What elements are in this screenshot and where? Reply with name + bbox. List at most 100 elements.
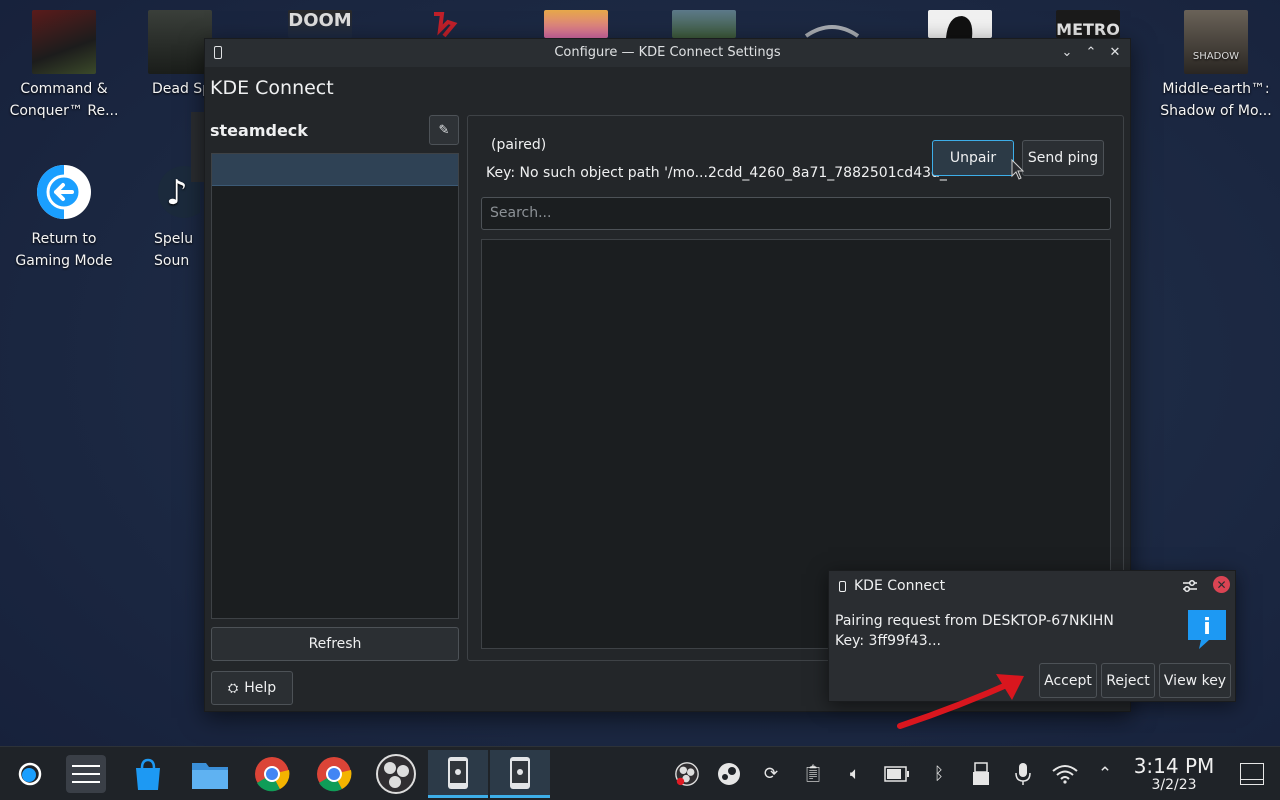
notification-app-name: KDE Connect xyxy=(854,578,946,594)
volume-icon: 🔈︎ xyxy=(849,764,861,784)
window-titlebar[interactable]: Configure — KDE Connect Settings ⌄ ⌃ ✕ xyxy=(205,39,1130,67)
help-button[interactable]: ⛭ Help xyxy=(211,671,293,705)
taskbar-chrome-2[interactable] xyxy=(306,750,362,798)
desktop-icon-label: Spelu Soun xyxy=(154,231,194,269)
wifi-icon xyxy=(1052,765,1078,784)
notification-key: Key: 3ff99f43... xyxy=(835,633,941,649)
taskbar-kde-connect-2[interactable] xyxy=(490,750,550,798)
chevron-up-icon: ⌃ xyxy=(1097,764,1113,784)
kde-connect-icon xyxy=(510,756,530,789)
tray-clipboard[interactable]: 📋︎ xyxy=(800,761,826,787)
notification-close-icon[interactable]: ✕ xyxy=(1213,576,1230,593)
tray-steam[interactable] xyxy=(716,761,742,787)
show-desktop-icon xyxy=(1241,778,1263,780)
accept-button[interactable]: Accept xyxy=(1039,663,1097,698)
tray-volume[interactable]: 🔈︎ xyxy=(842,761,868,787)
kde-connect-icon xyxy=(448,756,468,789)
gray-game-icon xyxy=(804,25,860,38)
desktop-icon-metro[interactable]: METRO xyxy=(1056,10,1120,39)
battery-icon xyxy=(884,766,909,782)
desktop-icon-cuphead[interactable] xyxy=(544,10,608,38)
background-window-edge xyxy=(191,112,205,182)
obs-recording-icon xyxy=(675,762,699,786)
view-key-button[interactable]: View key xyxy=(1159,663,1231,698)
clipboard-icon: 📋︎ xyxy=(802,764,824,784)
unpair-button[interactable]: Unpair xyxy=(932,140,1014,176)
return-to-gaming-mode-thumbnail xyxy=(32,160,96,224)
discover-store-icon xyxy=(136,758,160,790)
steamos-launcher[interactable] xyxy=(2,750,58,798)
view-key-button-label: View key xyxy=(1163,672,1227,689)
close-icon[interactable]: ✕ xyxy=(1106,43,1124,61)
taskbar-file-manager[interactable] xyxy=(182,750,238,798)
pair-status: (paired) xyxy=(491,137,547,153)
desktop-icon-label: Return to Gaming Mode xyxy=(15,231,113,269)
help-button-label: Help xyxy=(244,680,277,696)
window-title: Configure — KDE Connect Settings xyxy=(554,45,781,60)
annotation-arrow xyxy=(897,674,1024,729)
desktop-icon-shadow-of-mordor[interactable]: SHADOW Middle-earth™: Shadow of Mo... xyxy=(1156,10,1276,122)
chrome-icon xyxy=(317,757,352,792)
device-list-item-selected[interactable] xyxy=(212,154,458,186)
phone-icon xyxy=(839,580,846,592)
help-icon: ⛭ xyxy=(227,680,239,696)
tray-bluetooth[interactable]: ᛒ xyxy=(926,761,952,787)
tray-microphone[interactable] xyxy=(1010,761,1036,787)
notification-message: Pairing request from DESKTOP-67NKIHN xyxy=(835,613,1114,629)
send-ping-button[interactable]: Send ping xyxy=(1022,140,1104,176)
app-title: KDE Connect xyxy=(210,77,334,99)
svg-text:i: i xyxy=(1203,615,1211,640)
device-list[interactable] xyxy=(211,153,459,619)
chrome-icon xyxy=(255,757,290,792)
steam-icon xyxy=(718,763,740,785)
microphone-icon xyxy=(1015,763,1031,785)
refresh-button[interactable]: Refresh xyxy=(211,627,459,661)
clock[interactable]: 3:14 PM 3/2/23 xyxy=(1128,755,1220,793)
maximize-icon[interactable]: ⌃ xyxy=(1082,43,1100,61)
tray-expand[interactable]: ⌃ xyxy=(1092,761,1118,787)
tray-obs[interactable] xyxy=(674,761,700,787)
command-conquer-thumbnail xyxy=(32,10,96,74)
minimize-icon[interactable]: ⌄ xyxy=(1058,43,1076,61)
desktop-icon-command-conquer[interactable]: Command & Conquer™ Re... xyxy=(4,10,124,122)
notification-settings-icon[interactable] xyxy=(1181,577,1199,595)
tray-updates[interactable]: ⟳ xyxy=(758,761,784,787)
tray-battery[interactable] xyxy=(884,761,910,787)
clock-date: 3/2/23 xyxy=(1151,777,1197,793)
usb-device-icon xyxy=(973,762,989,785)
settings-sliders-icon xyxy=(66,755,106,793)
taskbar-discover[interactable] xyxy=(120,750,176,798)
tray-removable-device[interactable] xyxy=(968,761,994,787)
plugin-search-input[interactable]: Search... xyxy=(481,197,1111,230)
show-desktop-button[interactable] xyxy=(1240,763,1264,785)
desktop-icon-return-gaming-mode[interactable]: Return to Gaming Mode xyxy=(4,160,124,272)
send-ping-button-label: Send ping xyxy=(1027,150,1099,166)
red-game-icon xyxy=(434,12,458,38)
rename-device-button[interactable]: ✎ xyxy=(429,115,459,145)
taskbar: ⟳ 📋︎ 🔈︎ ᛒ ⌃ 3:14 PM 3/2/23 xyxy=(0,746,1280,800)
taskbar-chrome-1[interactable] xyxy=(244,750,300,798)
shadow-of-mordor-thumbnail: SHADOW xyxy=(1184,10,1248,74)
bluetooth-icon: ᛒ xyxy=(933,764,945,784)
desktop-icon-label: Command & Conquer™ Re... xyxy=(9,81,119,119)
tray-network[interactable] xyxy=(1052,761,1078,787)
folder-icon xyxy=(192,763,228,789)
update-icon: ⟳ xyxy=(763,764,779,784)
desktop-icon-gray-game[interactable] xyxy=(800,10,864,38)
taskbar-system-settings[interactable] xyxy=(58,750,114,798)
taskbar-obs[interactable] xyxy=(368,750,424,798)
clock-time: 3:14 PM xyxy=(1133,754,1215,778)
device-key: Key: No such object path '/mo...2cdd_426… xyxy=(486,165,951,181)
desktop-icon-red-game[interactable] xyxy=(420,10,470,38)
return-arrow-icon xyxy=(37,165,91,219)
desktop-icon-doom[interactable]: DOOM xyxy=(288,10,352,38)
reject-button[interactable]: Reject xyxy=(1101,663,1155,698)
dead-space-thumbnail xyxy=(148,10,212,74)
desktop-icon-halo[interactable] xyxy=(672,10,736,38)
pencil-icon: ✎ xyxy=(438,122,450,138)
accept-button-label: Accept xyxy=(1044,672,1092,689)
refresh-button-label: Refresh xyxy=(308,636,362,652)
taskbar-kde-connect-1[interactable] xyxy=(428,750,488,798)
desktop-icon-white-game[interactable] xyxy=(928,10,992,38)
info-icon: i xyxy=(1188,610,1226,649)
